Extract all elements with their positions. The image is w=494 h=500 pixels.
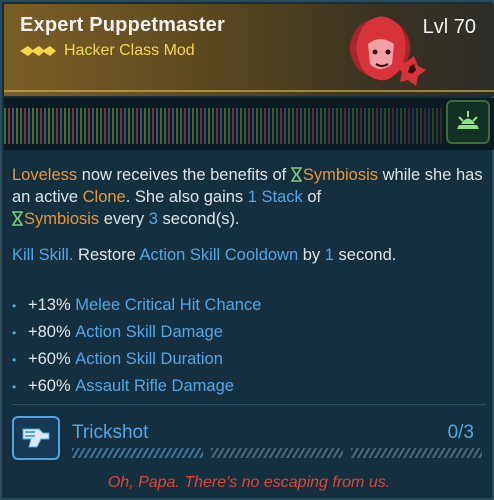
item-level: Lvl 70	[422, 16, 476, 38]
item-description: Loveless now receives the benefits of Sy…	[12, 164, 488, 276]
item-type-row: Hacker Class Mod	[20, 42, 195, 60]
description-effect: Loveless now receives the benefits of Sy…	[12, 166, 483, 228]
stat-value: +60%	[28, 350, 71, 368]
class-skill-badge	[446, 100, 490, 144]
rarity-chevrons-icon	[20, 46, 56, 56]
trickshot-skill-icon	[22, 428, 50, 448]
item-card: Expert Puppetmaster Hacker Class Mod Lvl…	[0, 0, 494, 500]
item-type: Hacker Class Mod	[64, 42, 195, 59]
bullet-icon: •	[12, 379, 17, 394]
stat-row: • +60% Assault Rifle Damage	[12, 373, 488, 400]
stat-row: • +60% Action Skill Duration	[12, 346, 488, 373]
stat-label: Melee Critical Hit Chance	[75, 296, 262, 314]
keyword-kill-skill: Kill Skill.	[12, 246, 74, 264]
interval-value: 3	[148, 210, 158, 228]
stack-count: 1 Stack	[247, 188, 303, 206]
rank-pip	[72, 448, 204, 458]
rarity-stripe	[4, 98, 494, 150]
character-portrait-icon	[350, 16, 426, 86]
keyword-symbiosis: Symbiosis	[302, 166, 379, 184]
rank-pip	[350, 448, 482, 458]
keyword-clone: Clone	[82, 188, 126, 206]
skill-name: Trickshot	[72, 422, 149, 443]
item-name: Expert Puppetmaster	[20, 14, 225, 36]
hourglass-icon	[290, 167, 302, 182]
skill-points: 0/3	[447, 422, 474, 443]
trickshot-skill-button[interactable]	[12, 416, 60, 460]
stat-label: Action Skill Duration	[75, 350, 223, 368]
rank-pip	[211, 448, 343, 458]
stat-row: • +13% Melee Critical Hit Chance	[12, 292, 488, 319]
stat-label: Action Skill Damage	[75, 323, 223, 341]
item-header: Expert Puppetmaster Hacker Class Mod Lvl…	[4, 4, 494, 96]
skill-rank-bars	[72, 448, 482, 458]
header-divider	[4, 90, 494, 92]
keyword-action-skill-cooldown: Action Skill Cooldown	[139, 246, 299, 264]
keyword-loveless: Loveless	[12, 166, 78, 184]
section-divider	[12, 404, 486, 405]
stat-value: +80%	[28, 323, 71, 341]
stat-label: Assault Rifle Damage	[75, 377, 234, 395]
stat-value: +13%	[28, 296, 71, 314]
stat-list: • +13% Melee Critical Hit Chance • +80% …	[12, 292, 488, 400]
class-skill-icon	[457, 111, 479, 129]
cooldown-value: 1	[324, 246, 334, 264]
bullet-icon: •	[12, 352, 17, 367]
stat-row: • +80% Action Skill Damage	[12, 319, 488, 346]
stat-value: +60%	[28, 377, 71, 395]
bullet-icon: •	[12, 298, 17, 313]
hourglass-icon	[12, 211, 23, 226]
description-kill-skill: Kill Skill. Restore Action Skill Cooldow…	[12, 246, 397, 264]
stripe-pattern	[4, 108, 444, 144]
flavor-text: Oh, Papa. There's no escaping from us.	[107, 474, 391, 491]
keyword-symbiosis: Symbiosis	[24, 210, 100, 228]
bullet-icon: •	[12, 325, 17, 340]
